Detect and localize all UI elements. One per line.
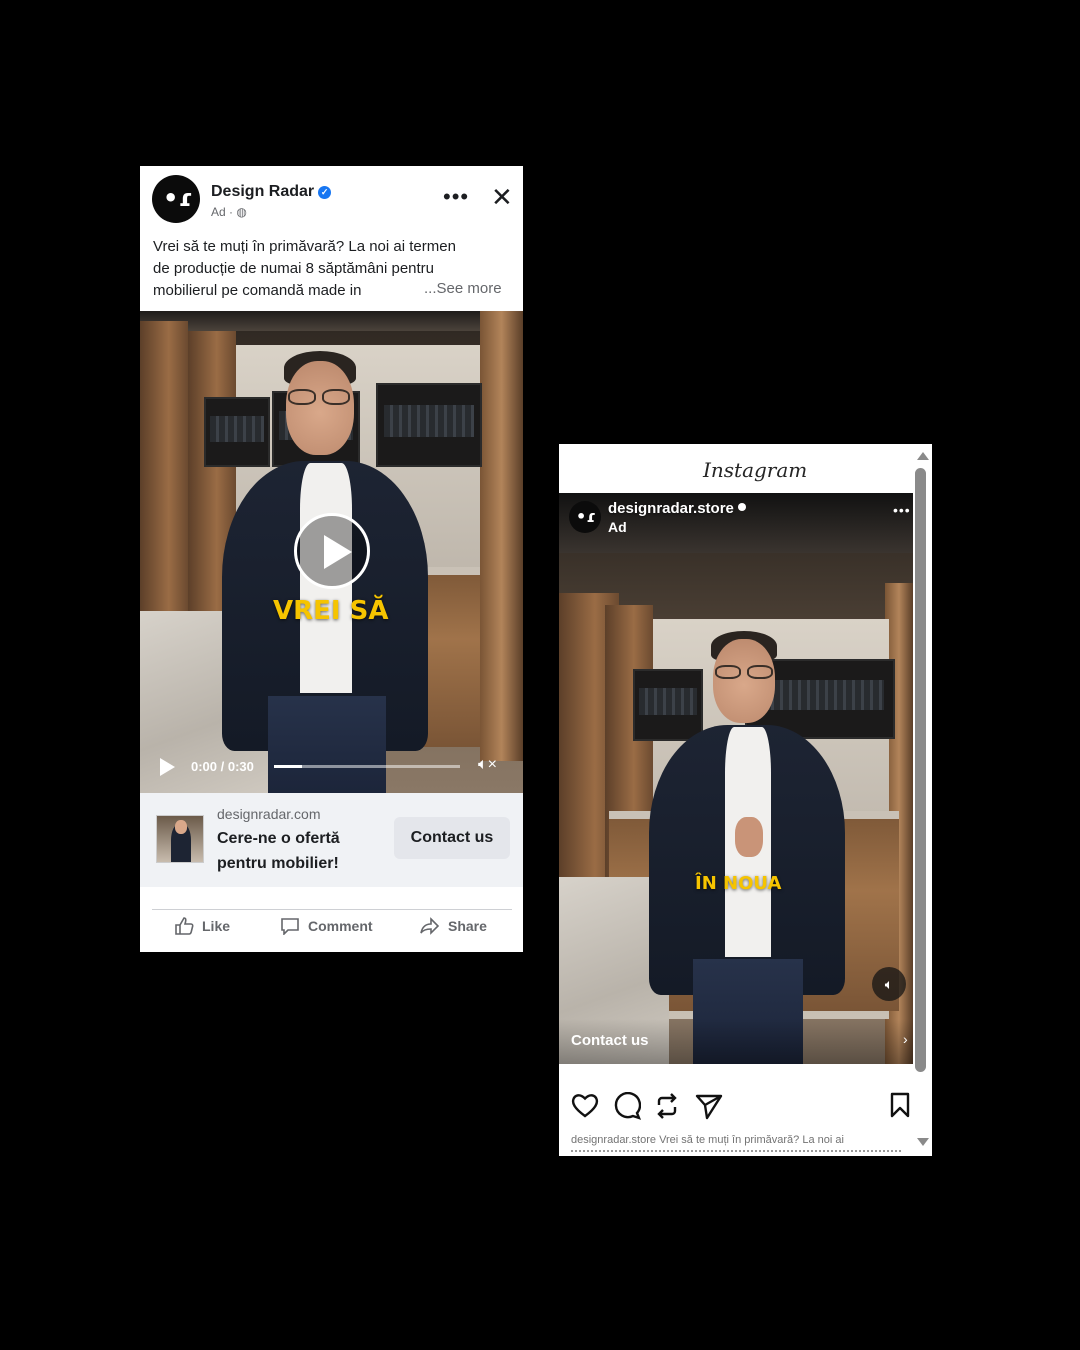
ig-more-options-icon[interactable]: ••• — [893, 502, 911, 518]
share-icon — [420, 917, 440, 935]
ig-contact-us-bar[interactable]: Contact us › — [559, 1019, 913, 1064]
instagram-ad-card: Instagram •ɾ designradar.store Ad ••• ÎN… — [559, 444, 932, 1156]
see-more-link[interactable]: ...See more — [424, 280, 502, 297]
play-icon[interactable] — [294, 513, 370, 589]
page-name[interactable]: Design Radar ✓ — [211, 183, 332, 201]
repost-icon[interactable] — [653, 1092, 681, 1120]
share-button[interactable]: Share — [420, 917, 487, 935]
design-radar-logo-icon: •ɾ — [576, 507, 596, 526]
comment-icon[interactable] — [613, 1092, 641, 1120]
post-actions: Like Comment Share — [152, 909, 512, 951]
muted-speaker-icon[interactable]: 🔈︎ — [872, 967, 906, 1001]
scroll-down-icon[interactable] — [917, 1138, 929, 1146]
like-icon — [175, 917, 194, 935]
ig-contact-us-label: Contact us — [571, 1032, 649, 1049]
video-progress[interactable] — [274, 765, 460, 768]
scrollbar[interactable] — [913, 444, 932, 1156]
ig-top-bar: Instagram — [559, 444, 932, 493]
cta-thumbnail[interactable] — [156, 815, 204, 863]
video-caption: VREI SĂ — [273, 596, 389, 626]
globe-icon: ◍ — [236, 205, 247, 219]
video-caption: ÎN NOUA — [695, 873, 782, 894]
muted-speaker-icon[interactable]: 🔈︎× — [478, 756, 497, 774]
like-button[interactable]: Like — [174, 917, 230, 935]
ig-username[interactable]: designradar.store — [608, 500, 746, 517]
video-time: 0:00 / 0:30 — [191, 759, 254, 774]
fb-video-player[interactable]: VREI SĂ 0:00 / 0:30 🔈︎× — [140, 311, 523, 793]
close-icon[interactable]: ✕ — [491, 184, 513, 210]
ig-post-caption: designradar.store Vrei să te muți în pri… — [571, 1134, 844, 1146]
scrollbar-thumb[interactable] — [915, 468, 926, 1072]
design-radar-logo-icon: •ɾ — [163, 184, 193, 212]
play-small-icon[interactable] — [160, 758, 175, 776]
chevron-right-icon: › — [903, 1031, 908, 1047]
instagram-logo: Instagram — [703, 458, 808, 482]
sponsored-label: Ad · ◍ — [211, 205, 247, 219]
contact-us-button[interactable]: Contact us — [394, 817, 510, 859]
bookmark-icon[interactable] — [889, 1092, 911, 1118]
ig-video-player[interactable]: •ɾ designradar.store Ad ••• ÎN NOUA 🔈︎ C… — [559, 493, 913, 1064]
verified-dot-icon — [737, 503, 746, 511]
cta-domain: designradar.com — [217, 806, 321, 822]
ig-caption-cutoff — [571, 1150, 901, 1156]
verified-badge-icon: ✓ — [318, 186, 332, 199]
comment-button[interactable]: Comment — [280, 917, 373, 935]
send-icon[interactable] — [695, 1092, 723, 1120]
video-controls: 0:00 / 0:30 🔈︎× — [140, 749, 523, 783]
heart-icon[interactable] — [571, 1092, 599, 1118]
ig-action-bar — [559, 1084, 913, 1124]
scroll-up-icon[interactable] — [917, 452, 929, 460]
cta-headline[interactable]: Cere-ne o ofertă pentru mobilier! — [217, 826, 377, 876]
ig-sponsored-label: Ad — [608, 519, 627, 535]
comment-icon — [281, 918, 299, 935]
facebook-ad-card: •ɾ Design Radar ✓ Ad · ◍ ••• ✕ Vrei să te… — [140, 166, 523, 952]
presenter — [649, 629, 849, 1064]
more-options-icon[interactable]: ••• — [443, 186, 469, 208]
cta-bar: designradar.com Cere-ne o ofertă pentru … — [140, 793, 523, 887]
fb-post-header: •ɾ Design Radar ✓ Ad · ◍ ••• ✕ — [140, 166, 523, 228]
post-text-line: de producție de numai 8 săptămâni pentru — [153, 260, 435, 277]
page-avatar[interactable]: •ɾ — [152, 175, 200, 223]
ig-caption-username[interactable]: designradar.store — [571, 1134, 656, 1146]
ig-profile-avatar[interactable]: •ɾ — [569, 501, 601, 533]
post-text-line: Vrei să te muți în primăvară? La noi ai … — [153, 238, 456, 255]
